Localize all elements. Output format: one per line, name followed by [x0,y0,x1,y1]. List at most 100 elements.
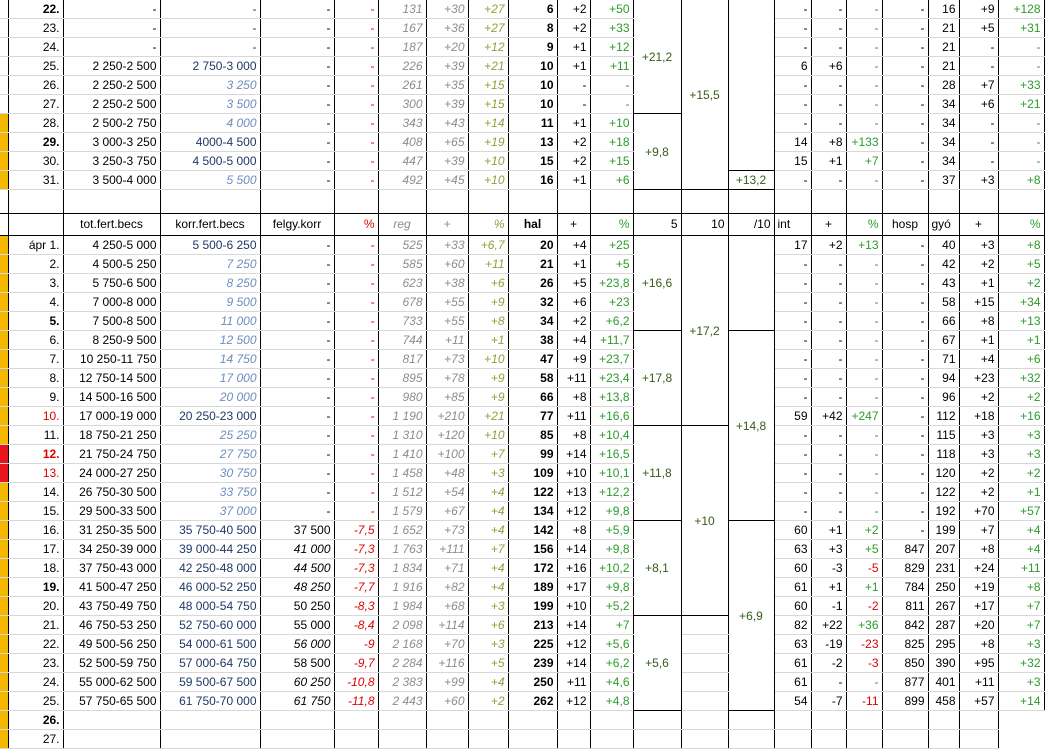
reg-plus-cell[interactable]: +48 [426,463,469,483]
column-header[interactable]: reg [378,213,427,236]
felgy-pct-cell[interactable]: - [334,330,379,350]
gyo-plus-cell[interactable]: +4 [959,349,999,369]
hal-pct-cell[interactable]: +4,6 [590,672,634,692]
gyo-plus-cell[interactable]: +95 [959,653,999,673]
korr-fert-becs-cell[interactable]: 52 750-60 000 [160,615,261,635]
reg-cell[interactable]: 1 190 [378,406,427,426]
hal-cell[interactable]: 13 [508,132,558,152]
date-cell[interactable]: 22. [8,0,64,19]
felgy-korr-cell[interactable]: - [260,151,335,171]
felgy-pct-cell[interactable]: -7,5 [334,520,379,540]
hal-pct-cell[interactable]: +11,7 [590,330,634,350]
int-cell[interactable]: - [774,254,812,274]
reg-plus-cell[interactable]: +85 [426,387,469,407]
gyo-cell[interactable]: 21 [928,56,960,76]
hal-cell[interactable]: 9 [508,37,558,57]
felgy-pct-cell[interactable]: - [334,94,379,114]
reg-plus-cell[interactable] [426,729,469,749]
reg-pct-cell[interactable]: +4 [468,672,509,692]
int-plus-cell[interactable]: +6 [811,56,847,76]
date-cell[interactable]: 19. [8,577,64,597]
int-cell[interactable]: - [774,292,812,312]
reg-pct-cell[interactable]: +11 [468,254,509,274]
korr-fert-becs-cell[interactable]: 30 750 [160,463,261,483]
int-cell[interactable]: 63 [774,539,812,559]
per-ten-cell[interactable] [728,235,775,331]
int-plus-cell[interactable]: +1 [811,577,847,597]
tot-fert-becs-cell[interactable]: 2 250-2 500 [63,56,161,76]
felgy-pct-cell[interactable]: - [334,235,379,255]
column-header[interactable]: 10 [681,213,729,236]
reg-plus-cell[interactable]: +70 [426,634,469,654]
felgy-korr-cell[interactable]: - [260,425,335,445]
korr-fert-becs-cell[interactable]: - [160,18,261,38]
reg-plus-cell[interactable]: +99 [426,672,469,692]
reg-cell[interactable]: 1 579 [378,501,427,521]
tot-fert-becs-cell[interactable]: 8 250-9 500 [63,330,161,350]
reg-plus-cell[interactable]: +38 [426,273,469,293]
hal-cell[interactable] [508,729,558,749]
reg-plus-cell[interactable]: +55 [426,292,469,312]
date-cell[interactable]: 17. [8,539,64,559]
hosp-cell[interactable]: 829 [882,558,929,578]
hal-pct-cell[interactable]: +23,7 [590,349,634,369]
korr-fert-becs-cell[interactable]: 42 250-48 000 [160,558,261,578]
felgy-pct-cell[interactable]: - [334,349,379,369]
hal-plus-cell[interactable]: +11 [557,672,591,692]
int-pct-cell[interactable] [811,729,847,749]
hal-cell[interactable]: 239 [508,653,558,673]
gyo-pct-cell[interactable]: +3 [998,634,1045,654]
gyo-cell[interactable]: 34 [928,132,960,152]
hal-plus-cell[interactable]: +6 [557,292,591,312]
reg-plus-cell[interactable]: +33 [426,235,469,255]
hal-plus-cell[interactable]: +8 [557,520,591,540]
gyo-cell[interactable]: 118 [928,444,960,464]
reg-pct-cell[interactable]: +7 [468,444,509,464]
int-plus-cell[interactable]: +8 [811,132,847,152]
per-ten-cell[interactable] [681,729,729,749]
felgy-pct-cell[interactable]: - [334,406,379,426]
date-cell[interactable]: 24. [8,672,64,692]
hal-cell[interactable]: 10 [508,56,558,76]
felgy-korr-cell[interactable]: - [260,349,335,369]
gyo-cell[interactable]: 96 [928,387,960,407]
hosp-cell[interactable]: 850 [882,653,929,673]
reg-pct-cell[interactable]: +4 [468,577,509,597]
hosp-cell[interactable]: - [882,330,929,350]
reg-pct-cell[interactable]: +6 [468,273,509,293]
date-cell[interactable]: 8. [8,368,64,388]
int-cell[interactable]: - [774,501,812,521]
korr-fert-becs-cell[interactable]: 5 500-6 250 [160,235,261,255]
felgy-korr-cell[interactable]: 58 500 [260,653,335,673]
ten-day-avg-cell[interactable] [633,710,682,730]
gyo-plus-cell[interactable]: +5 [959,18,999,38]
reg-cell[interactable]: 980 [378,387,427,407]
hosp-cell[interactable]: - [882,254,929,274]
hal-plus-cell[interactable]: +1 [557,37,591,57]
date-cell[interactable]: 13. [8,463,64,483]
hal-plus-cell[interactable]: +1 [557,56,591,76]
gyo-pct-cell[interactable]: +11 [998,558,1045,578]
gyo-pct-cell[interactable]: +6 [998,349,1045,369]
gyo-plus-cell[interactable]: +9 [959,0,999,19]
ten-day-avg-cell[interactable]: +17,2 [681,235,729,426]
gyo-pct-cell[interactable]: - [998,132,1045,152]
reg-cell[interactable]: 895 [378,368,427,388]
felgy-pct-cell[interactable]: -7,3 [334,539,379,559]
int-plus-cell[interactable]: - [811,425,847,445]
header-date[interactable] [8,213,64,236]
hal-pct-cell[interactable]: +50 [590,0,634,19]
gyo-plus-cell[interactable]: +8 [959,539,999,559]
int-plus-cell[interactable]: - [811,368,847,388]
felgy-pct-cell[interactable]: - [334,387,379,407]
int-plus-cell[interactable]: - [811,0,847,19]
hal-cell[interactable]: 85 [508,425,558,445]
hal-cell[interactable]: 134 [508,501,558,521]
hal-plus-cell[interactable] [557,710,591,730]
reg-plus-cell[interactable]: +39 [426,151,469,171]
date-cell[interactable]: 3. [8,273,64,293]
korr-fert-becs-cell[interactable]: - [160,0,261,19]
hosp-cell[interactable]: 811 [882,596,929,616]
reg-cell[interactable]: 744 [378,330,427,350]
reg-cell[interactable]: 2 383 [378,672,427,692]
